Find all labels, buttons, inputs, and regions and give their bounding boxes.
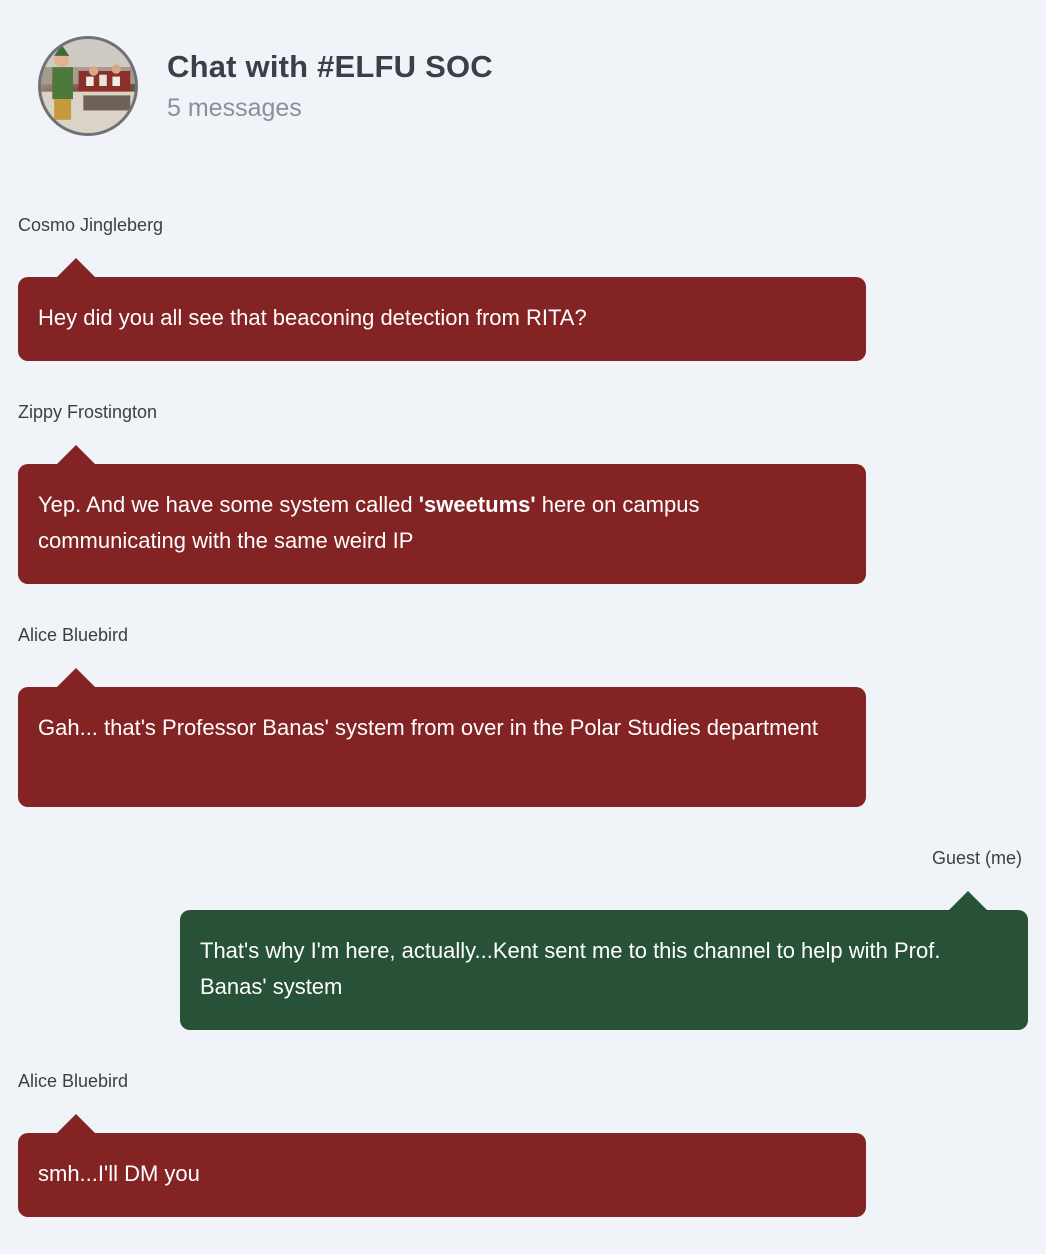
message-text: smh...I'll DM you: [38, 1161, 200, 1186]
chat-title: Chat with #ELFU SOC: [167, 49, 493, 84]
message-bubble: Gah... that's Professor Banas' system fr…: [18, 668, 866, 807]
channel-avatar: [38, 36, 138, 136]
message-bubble: smh...I'll DM you: [18, 1114, 866, 1217]
message-sender: Alice Bluebird: [18, 625, 129, 645]
message-sender: Zippy Frostington: [18, 402, 158, 422]
chat-header: Chat with #ELFU SOC 5 messages: [38, 36, 493, 144]
message-bubble: Hey did you all see that beaconing detec…: [18, 258, 866, 361]
message-bubble-me: That's why I'm here, actually...Kent sen…: [180, 891, 1028, 1030]
message-sender-me: Guest (me): [931, 848, 1022, 868]
message-sender: Cosmo Jingleberg: [18, 215, 164, 235]
message-bubble: Yep. And we have some system called 'swe…: [18, 445, 866, 584]
message-text: That's why I'm here, actually...Kent sen…: [200, 938, 941, 999]
message-text: Yep. And we have some system called: [38, 492, 419, 517]
message-sender: Alice Bluebird: [18, 1071, 129, 1091]
chat-header-text: Chat with #ELFU SOC 5 messages: [167, 48, 493, 126]
message-text: Hey did you all see that beaconing detec…: [38, 305, 587, 330]
avatar-image: [41, 39, 135, 133]
message-text: Gah... that's Professor Banas' system fr…: [38, 715, 818, 740]
message-count: 5 messages: [167, 94, 302, 122]
message-text-bold: 'sweetums': [418, 492, 536, 517]
